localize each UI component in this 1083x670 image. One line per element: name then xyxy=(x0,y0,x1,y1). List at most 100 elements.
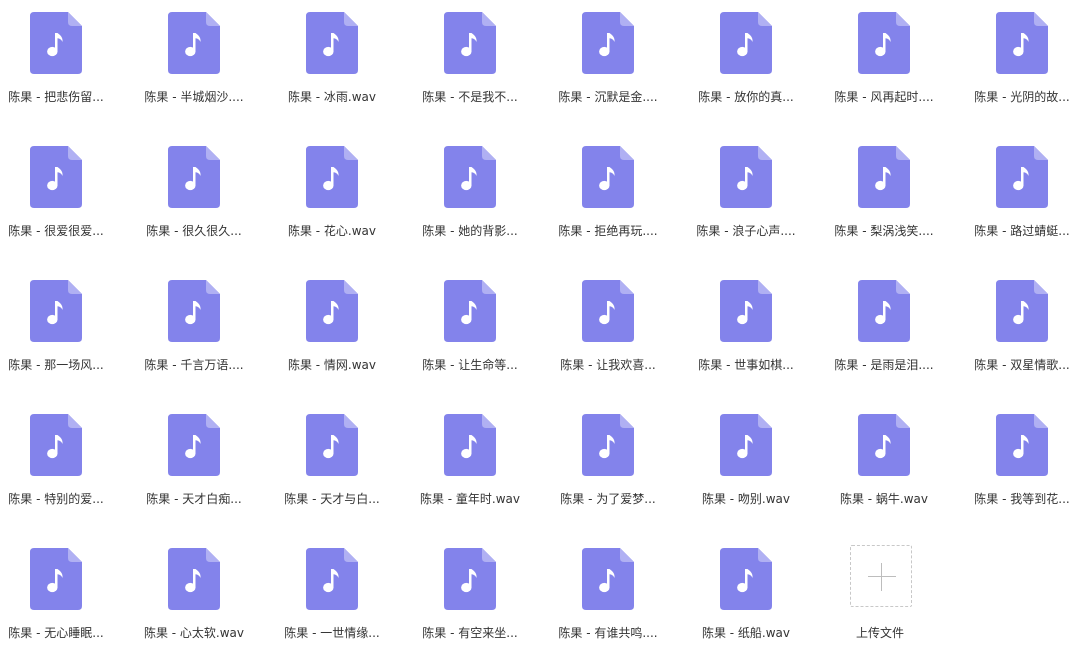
file-item[interactable]: 陈果 - 花心.wav xyxy=(276,134,414,268)
upload-box xyxy=(850,545,912,607)
file-name: 陈果 - 天才与白... xyxy=(284,492,380,506)
music-file-icon xyxy=(30,12,82,74)
file-name: 陈果 - 童年时.wav xyxy=(419,492,521,506)
file-item[interactable]: 陈果 - 风再起时.... xyxy=(828,0,966,134)
file-name: 陈果 - 千言万语.... xyxy=(144,358,244,372)
music-file-icon xyxy=(996,414,1048,476)
file-item[interactable]: 陈果 - 梨涡浅笑.... xyxy=(828,134,966,268)
file-item[interactable]: 陈果 - 情网.wav xyxy=(276,268,414,402)
music-file-icon xyxy=(858,146,910,208)
music-file-icon xyxy=(30,414,82,476)
file-item[interactable]: 陈果 - 无心睡眠... xyxy=(0,536,138,670)
music-file-icon xyxy=(306,280,358,342)
file-name: 陈果 - 不是我不... xyxy=(422,90,518,104)
file-item[interactable]: 陈果 - 双星情歌... xyxy=(966,268,1083,402)
music-file-icon xyxy=(720,548,772,610)
music-file-icon xyxy=(306,12,358,74)
music-file-icon xyxy=(30,146,82,208)
file-name: 陈果 - 花心.wav xyxy=(287,224,377,238)
file-item[interactable]: 陈果 - 她的背影... xyxy=(414,134,552,268)
file-name: 陈果 - 风再起时.... xyxy=(834,90,934,104)
music-file-icon xyxy=(858,414,910,476)
file-name: 陈果 - 特别的爱... xyxy=(8,492,104,506)
upload-file-button[interactable]: 上传文件 xyxy=(828,536,966,670)
file-item[interactable]: 陈果 - 我等到花... xyxy=(966,402,1083,536)
file-name: 陈果 - 是雨是泪.... xyxy=(834,358,934,372)
file-grid: 陈果 - 把悲伤留... 陈果 - 半城烟沙.... 陈果 - 冰雨.wav 陈… xyxy=(0,0,1083,660)
file-item[interactable]: 陈果 - 心太软.wav xyxy=(138,536,276,670)
music-file-icon xyxy=(168,280,220,342)
music-file-icon xyxy=(996,12,1048,74)
file-item[interactable]: 陈果 - 为了爱梦... xyxy=(552,402,690,536)
file-item[interactable]: 陈果 - 那一场风... xyxy=(0,268,138,402)
music-file-icon xyxy=(306,414,358,476)
music-file-icon xyxy=(306,146,358,208)
file-name: 陈果 - 双星情歌... xyxy=(974,358,1070,372)
music-file-icon xyxy=(996,146,1048,208)
file-item[interactable]: 陈果 - 有空来坐... xyxy=(414,536,552,670)
file-item[interactable]: 陈果 - 不是我不... xyxy=(414,0,552,134)
file-name: 陈果 - 路过蜻蜓... xyxy=(974,224,1070,238)
music-file-icon xyxy=(444,414,496,476)
file-name: 陈果 - 蜗牛.wav xyxy=(839,492,929,506)
file-name: 陈果 - 无心睡眠... xyxy=(8,626,104,640)
music-file-icon xyxy=(582,146,634,208)
music-file-icon xyxy=(858,12,910,74)
file-name: 陈果 - 那一场风... xyxy=(8,358,104,372)
file-item[interactable]: 陈果 - 浪子心声.... xyxy=(690,134,828,268)
file-name: 陈果 - 为了爱梦... xyxy=(560,492,656,506)
file-item[interactable]: 陈果 - 拒绝再玩.... xyxy=(552,134,690,268)
file-name: 陈果 - 浪子心声.... xyxy=(696,224,796,238)
music-file-icon xyxy=(582,280,634,342)
file-item[interactable]: 陈果 - 很久很久... xyxy=(138,134,276,268)
file-item[interactable]: 陈果 - 放你的真... xyxy=(690,0,828,134)
file-item[interactable]: 陈果 - 半城烟沙.... xyxy=(138,0,276,134)
music-file-icon xyxy=(858,280,910,342)
file-item[interactable]: 陈果 - 天才与白... xyxy=(276,402,414,536)
file-name: 陈果 - 有谁共鸣.... xyxy=(558,626,658,640)
music-file-icon xyxy=(444,548,496,610)
file-item[interactable]: 陈果 - 世事如棋... xyxy=(690,268,828,402)
music-file-icon xyxy=(168,12,220,74)
file-item[interactable]: 陈果 - 一世情缘... xyxy=(276,536,414,670)
file-name: 陈果 - 一世情缘... xyxy=(284,626,380,640)
music-file-icon xyxy=(444,146,496,208)
file-item[interactable]: 陈果 - 吻别.wav xyxy=(690,402,828,536)
file-name: 陈果 - 很爱很爱... xyxy=(8,224,104,238)
file-name: 陈果 - 光阴的故... xyxy=(974,90,1070,104)
file-item[interactable]: 陈果 - 光阴的故... xyxy=(966,0,1083,134)
file-name: 陈果 - 很久很久... xyxy=(146,224,242,238)
music-file-icon xyxy=(30,280,82,342)
upload-label: 上传文件 xyxy=(855,626,904,640)
file-item[interactable]: 陈果 - 千言万语.... xyxy=(138,268,276,402)
file-item[interactable]: 陈果 - 特别的爱... xyxy=(0,402,138,536)
file-item[interactable]: 陈果 - 天才白痴... xyxy=(138,402,276,536)
file-name: 陈果 - 纸船.wav xyxy=(701,626,791,640)
file-item[interactable]: 陈果 - 把悲伤留... xyxy=(0,0,138,134)
file-name: 陈果 - 梨涡浅笑.... xyxy=(834,224,934,238)
file-item[interactable]: 陈果 - 让我欢喜... xyxy=(552,268,690,402)
file-item[interactable]: 陈果 - 沉默是金.... xyxy=(552,0,690,134)
file-name: 陈果 - 有空来坐... xyxy=(422,626,518,640)
file-name: 陈果 - 心太软.wav xyxy=(143,626,245,640)
file-name: 陈果 - 世事如棋... xyxy=(698,358,794,372)
music-file-icon xyxy=(168,548,220,610)
music-file-icon xyxy=(30,548,82,610)
plus-icon-stroke xyxy=(881,563,882,591)
file-item[interactable]: 陈果 - 纸船.wav xyxy=(690,536,828,670)
file-item[interactable]: 陈果 - 有谁共鸣.... xyxy=(552,536,690,670)
file-name: 陈果 - 我等到花... xyxy=(974,492,1070,506)
file-name: 陈果 - 拒绝再玩.... xyxy=(558,224,658,238)
file-item[interactable]: 陈果 - 童年时.wav xyxy=(414,402,552,536)
file-item[interactable]: 陈果 - 路过蜻蜓... xyxy=(966,134,1083,268)
file-name: 陈果 - 情网.wav xyxy=(287,358,377,372)
file-name: 陈果 - 冰雨.wav xyxy=(287,90,377,104)
file-item[interactable]: 陈果 - 很爱很爱... xyxy=(0,134,138,268)
file-name: 陈果 - 让生命等... xyxy=(422,358,518,372)
file-name: 陈果 - 吻别.wav xyxy=(701,492,791,506)
file-item[interactable]: 陈果 - 是雨是泪.... xyxy=(828,268,966,402)
music-file-icon xyxy=(720,280,772,342)
file-item[interactable]: 陈果 - 蜗牛.wav xyxy=(828,402,966,536)
file-item[interactable]: 陈果 - 冰雨.wav xyxy=(276,0,414,134)
file-item[interactable]: 陈果 - 让生命等... xyxy=(414,268,552,402)
